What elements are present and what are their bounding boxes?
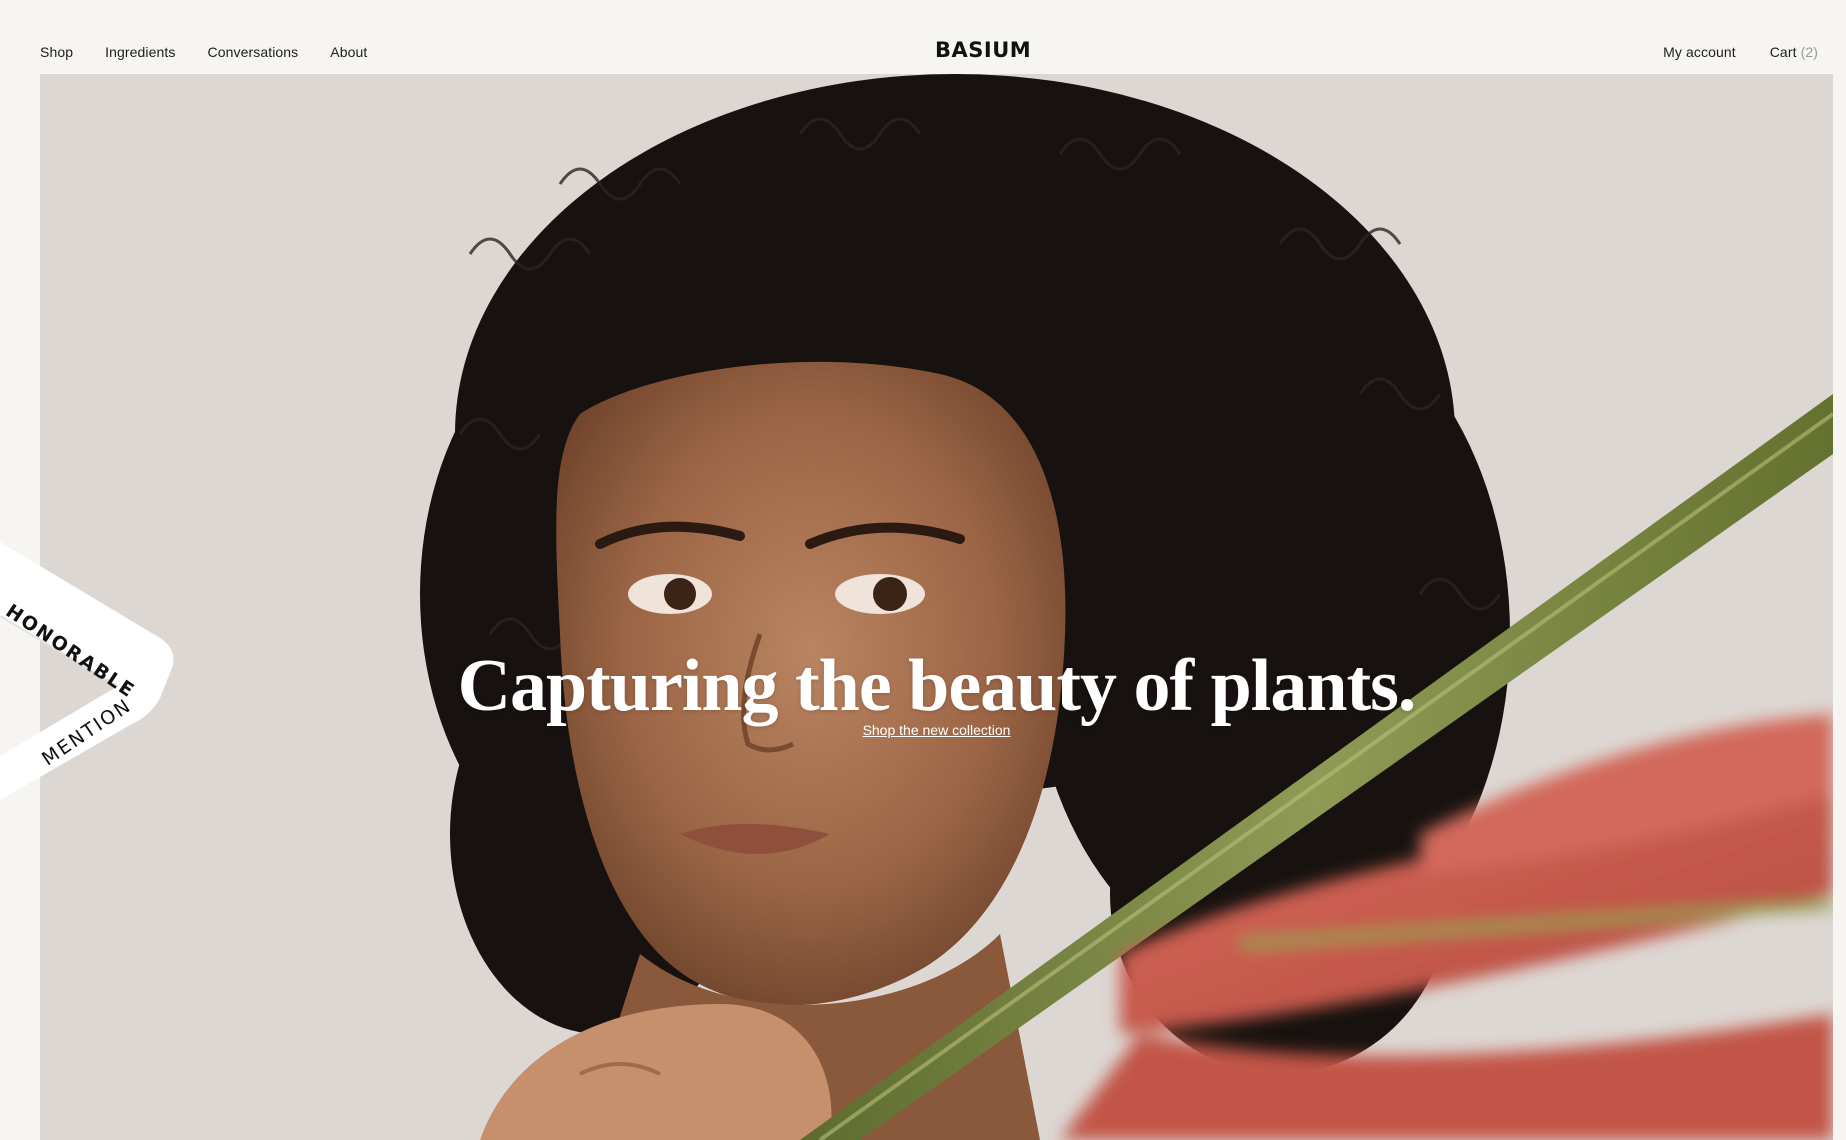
- nav-about-link[interactable]: About: [330, 44, 367, 60]
- hero-cta-wrapper: Shop the new collection: [40, 722, 1833, 740]
- hero-section: Capturing the beauty of plants. Shop the…: [40, 74, 1833, 1140]
- primary-nav: Shop Ingredients Conversations About: [40, 44, 367, 60]
- nav-shop-link[interactable]: Shop: [40, 44, 73, 60]
- page: Shop Ingredients Conversations About BAS…: [0, 0, 1846, 1140]
- my-account-link[interactable]: My account: [1663, 44, 1736, 60]
- nav-conversations-link[interactable]: Conversations: [207, 44, 298, 60]
- hero-headline: Capturing the beauty of plants.: [457, 644, 1417, 727]
- cart-count-badge: (2): [1800, 44, 1818, 60]
- cart-link[interactable]: Cart (2): [1770, 44, 1818, 60]
- honorable-mention-badge[interactable]: HONORABLE MENTION: [0, 530, 190, 830]
- cart-label: Cart: [1769, 44, 1797, 60]
- account-nav: My account Cart (2): [1663, 44, 1818, 60]
- site-header: Shop Ingredients Conversations About BAS…: [40, 0, 1834, 74]
- hero-photo: [40, 74, 1833, 1140]
- nav-ingredients-link[interactable]: Ingredients: [105, 44, 175, 60]
- shop-new-collection-link[interactable]: Shop the new collection: [863, 722, 1011, 738]
- brand-logo[interactable]: BASIUM: [935, 38, 1031, 62]
